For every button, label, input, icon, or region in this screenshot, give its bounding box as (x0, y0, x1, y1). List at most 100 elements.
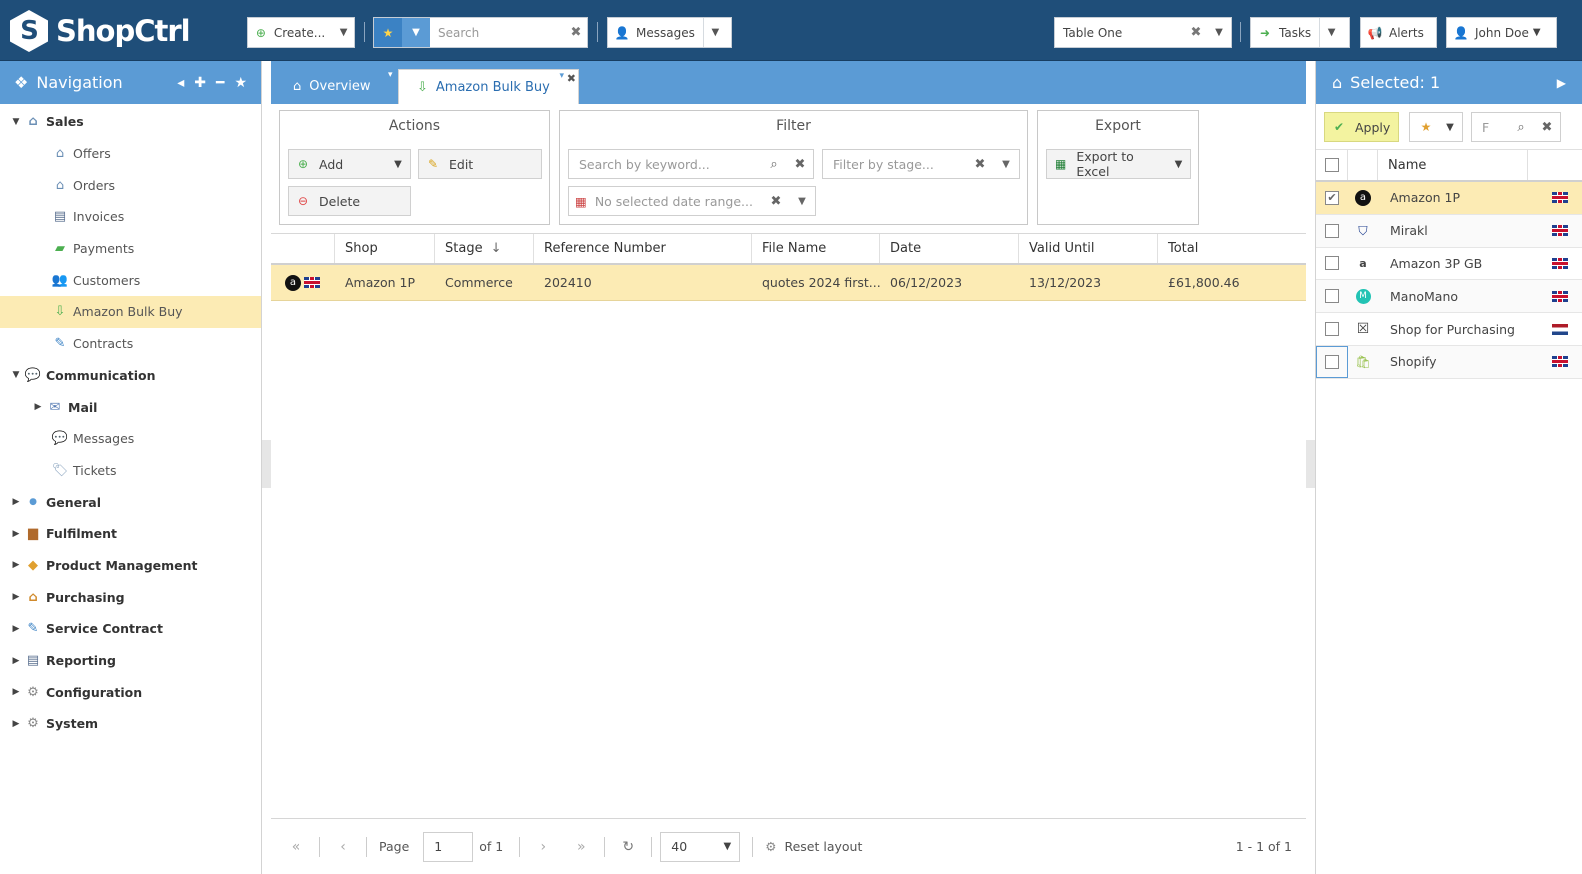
messages-button[interactable]: 👤 Messages ▼ (607, 17, 732, 48)
selection-search-field[interactable]: F ⌕ ✖ (1471, 112, 1561, 142)
left-splitter-handle[interactable] (262, 440, 271, 488)
collapsed-arrow-icon[interactable]: ▶ (9, 592, 23, 602)
clear-icon[interactable]: ✖ (1185, 25, 1207, 40)
collapsed-arrow-icon[interactable]: ▶ (9, 719, 23, 729)
chevron-down-icon[interactable]: ▼ (333, 18, 354, 47)
last-page-icon[interactable]: » (562, 839, 600, 855)
nav-item-configuration[interactable]: ▶ ⚙ Configuration (0, 676, 261, 708)
collapsed-arrow-icon[interactable]: ▶ (9, 497, 23, 507)
column-header-stage[interactable]: Stage ↓ (435, 234, 534, 263)
right-splitter-handle[interactable] (1306, 440, 1315, 488)
collapse-all-icon[interactable]: ━ (216, 75, 224, 91)
list-item[interactable]: ⛉ Mirakl (1316, 214, 1582, 248)
row-checkbox[interactable] (1325, 354, 1339, 369)
close-tab-icon[interactable]: ✖ (567, 72, 576, 85)
expand-all-icon[interactable]: ✚ (194, 75, 206, 91)
favorites-star-icon[interactable]: ★ (234, 75, 247, 91)
export-to-excel-button[interactable]: ▦ Export to Excel ▼ (1046, 149, 1191, 179)
chevron-down-icon[interactable]: ▼ (789, 196, 815, 207)
alerts-button[interactable]: 📢 Alerts (1360, 17, 1437, 48)
nav-item-communication[interactable]: ▼ 💬 Communication (0, 360, 261, 392)
chevron-down-icon[interactable]: ▼ (702, 18, 727, 47)
nav-item-payments[interactable]: ▰ Payments (0, 233, 261, 265)
column-header-valid-until[interactable]: Valid Until (1019, 234, 1158, 263)
date-range-field[interactable]: ▦ No selected date range... ✖ ▼ (568, 186, 816, 216)
chevron-down-icon[interactable]: ▼ (1207, 18, 1231, 47)
list-item[interactable]: a Amazon 3P GB (1316, 248, 1582, 281)
tab-overview[interactable]: ⌂ Overview ▾ (275, 69, 392, 104)
clear-icon[interactable]: ✖ (1534, 120, 1560, 135)
tab-menu-icon[interactable]: ▾ (559, 71, 564, 81)
reset-layout-button[interactable]: ⚙ Reset layout (765, 839, 862, 854)
favorites-button[interactable]: ★ ▼ (1409, 112, 1463, 142)
row-checkbox[interactable]: ✔ (1325, 190, 1339, 205)
nav-item-reporting[interactable]: ▶ ▤ Reporting (0, 645, 261, 677)
collapsed-arrow-icon[interactable]: ▶ (9, 687, 23, 697)
clear-icon[interactable]: ✖ (967, 157, 993, 172)
collapse-icon[interactable]: ◂ (177, 75, 184, 91)
delete-button[interactable]: ⊖ Delete (288, 186, 411, 216)
row-checkbox[interactable] (1325, 256, 1339, 271)
nav-item-general[interactable]: ▶ ● General (0, 486, 261, 518)
collapsed-arrow-icon[interactable]: ▶ (9, 529, 23, 539)
list-item[interactable]: M ManoMano (1316, 280, 1582, 314)
collapsed-arrow-icon[interactable]: ▶ (31, 402, 45, 412)
column-header-name[interactable]: Name (1378, 150, 1528, 180)
nav-item-amazon-bulk-buy[interactable]: ⇩ Amazon Bulk Buy (0, 296, 261, 328)
list-item[interactable]: 🛍 Shopify (1316, 345, 1582, 379)
nav-item-offers[interactable]: ⌂ Offers (0, 138, 261, 170)
create-button[interactable]: ⊕ Create... ▼ (247, 17, 355, 48)
collapsed-arrow-icon[interactable]: ▶ (9, 624, 23, 634)
next-page-icon[interactable]: › (524, 839, 562, 855)
nav-item-product-management[interactable]: ▶ ◆ Product Management (0, 550, 261, 582)
nav-item-messages[interactable]: 💬 Messages (0, 423, 261, 455)
page-size-select[interactable]: 40 ▼ (660, 831, 741, 862)
expand-panel-icon[interactable]: ▶ (1557, 76, 1566, 90)
nav-item-system[interactable]: ▶ ⚙ System (0, 708, 261, 740)
app-logo[interactable]: S ShopCtrl (10, 10, 191, 52)
row-checkbox[interactable] (1325, 223, 1339, 238)
favorites-dropdown-icon[interactable]: ▼ (402, 18, 430, 47)
add-button[interactable]: ⊕ Add ▼ (288, 149, 411, 179)
nav-item-purchasing[interactable]: ▶ ⌂ Purchasing (0, 581, 261, 613)
search-input[interactable]: Search (430, 26, 565, 40)
clear-icon[interactable]: ✖ (787, 157, 813, 172)
chevron-down-icon[interactable]: ▼ (1319, 18, 1343, 47)
column-header-total[interactable]: Total (1158, 234, 1306, 263)
nav-item-fulfilment[interactable]: ▶ ▆ Fulfilment (0, 518, 261, 550)
nav-item-invoices[interactable]: ▤ Invoices (0, 201, 261, 233)
row-checkbox[interactable] (1325, 322, 1339, 337)
first-page-icon[interactable]: « (277, 839, 315, 855)
page-number-input[interactable]: 1 (423, 831, 474, 862)
list-item[interactable]: ✔ a Amazon 1P (1316, 182, 1582, 215)
nav-item-contracts[interactable]: ✎ Contracts (0, 328, 261, 360)
prev-page-icon[interactable]: ‹ (324, 839, 362, 855)
nav-item-service-contract[interactable]: ▶ ✎ Service Contract (0, 613, 261, 645)
apply-button[interactable]: ✔ Apply (1324, 112, 1399, 142)
edit-button[interactable]: ✎ Edit (418, 149, 542, 179)
table-row[interactable]: a Amazon 1P Commerce 202410 quotes 2024 … (271, 265, 1306, 301)
column-header-reference-number[interactable]: Reference Number (534, 234, 752, 263)
stage-filter-select[interactable]: Filter by stage... ✖ ▼ (822, 149, 1020, 179)
chevron-down-icon[interactable]: ▼ (1167, 159, 1190, 170)
search-icon[interactable]: ⌕ (1508, 120, 1534, 135)
column-header-date[interactable]: Date (880, 234, 1019, 263)
nav-item-customers[interactable]: 👥 Customers (0, 264, 261, 296)
star-icon[interactable]: ★ (374, 18, 402, 47)
column-header-shop[interactable]: Shop (335, 234, 435, 263)
collapsed-arrow-icon[interactable]: ▶ (9, 656, 23, 666)
nav-item-orders[interactable]: ⌂ Orders (0, 169, 261, 201)
expanded-arrow-icon[interactable]: ▼ (9, 370, 23, 380)
tasks-button[interactable]: ➜ Tasks ▼ (1250, 17, 1350, 48)
keyword-search-field[interactable]: Search by keyword... ⌕ ✖ (568, 149, 814, 179)
collapsed-arrow-icon[interactable]: ▶ (9, 560, 23, 570)
clear-icon[interactable]: ✖ (763, 194, 789, 209)
search-icon[interactable]: ⌕ (761, 157, 787, 172)
list-item[interactable]: ☒ Shop for Purchasing (1316, 313, 1582, 346)
chevron-down-icon[interactable]: ▼ (993, 159, 1019, 170)
nav-item-mail[interactable]: ▶ ✉ Mail (0, 391, 261, 423)
tab-menu-icon[interactable]: ▾ (388, 70, 393, 80)
column-header-file-name[interactable]: File Name (752, 234, 880, 263)
select-all-checkbox[interactable] (1324, 158, 1339, 172)
chevron-down-icon[interactable]: ▼ (386, 159, 410, 170)
